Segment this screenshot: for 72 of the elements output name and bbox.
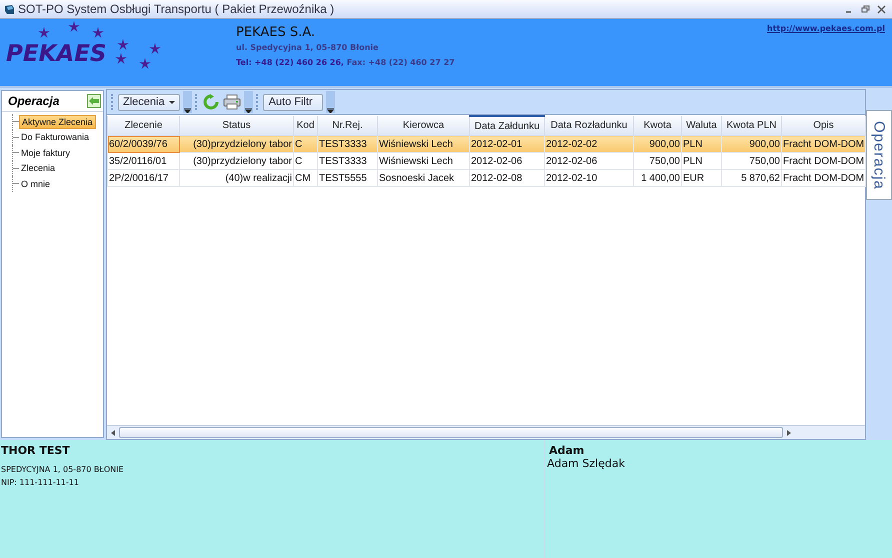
company-address: ul. Spedycyjna 1, 05-870 Błonie <box>236 42 380 54</box>
customer-name: THOR TEST <box>1 444 71 457</box>
printer-icon[interactable] <box>222 94 241 110</box>
table-cell: Wiśniewski Lech <box>378 152 470 170</box>
table-cell: Sosnoeski Jacek <box>378 170 470 186</box>
overflow-icon[interactable] <box>244 108 252 113</box>
column-header[interactable]: Waluta <box>682 116 722 136</box>
table-cell: CM <box>294 170 318 186</box>
table-cell: 2012-02-06 <box>470 152 544 170</box>
user-title: Adam <box>548 444 586 457</box>
table-cell: C <box>294 136 318 152</box>
table-cell: Wiśniewski Lech <box>378 136 470 152</box>
company-name: PEKAES S.A. <box>236 25 316 40</box>
column-header[interactable]: Kwota <box>634 116 682 136</box>
user-name: Adam Szlędak <box>547 457 626 470</box>
table-cell: 2012-02-10 <box>544 170 634 186</box>
table-cell: 2012-02-02 <box>544 136 634 152</box>
table-cell: 750,00 <box>722 152 782 170</box>
logo-text: PEKAES <box>6 41 106 67</box>
horizontal-scrollbar[interactable] <box>107 425 865 439</box>
table-cell: 35/2/0116/01 <box>108 152 180 170</box>
table-cell: EUR <box>682 170 722 186</box>
table-cell: 900,00 <box>634 136 682 152</box>
table-cell: TEST5555 <box>318 170 378 186</box>
tree-item[interactable]: O mnie <box>19 178 52 190</box>
table-cell: TEST3333 <box>318 152 378 170</box>
table-cell: 2012-02-08 <box>470 170 544 186</box>
table-cell: PLN <box>682 152 722 170</box>
overflow-icon[interactable] <box>184 108 191 113</box>
company-contact: Tel: +48 (22) 460 26 26, Fax: +48 (22) 460 27 27 <box>236 57 455 69</box>
column-header[interactable]: Kod <box>294 116 318 136</box>
view-dropdown[interactable]: Zlecenia <box>118 94 180 110</box>
column-header[interactable]: Kwota PLN <box>722 116 782 136</box>
table-cell: Fracht DOM-DOM <box>782 152 866 170</box>
panel-title: Operacja <box>8 94 60 108</box>
table-cell: (30)przydzielony tabor <box>180 152 294 170</box>
table-cell: TEST3333 <box>318 136 378 152</box>
table-cell: 2012-02-06 <box>544 152 634 170</box>
table-cell: 5 870,62 <box>722 170 782 186</box>
tree-item[interactable]: Zlecenia <box>19 162 58 174</box>
table-cell: (30)przydzielony tabor <box>180 136 294 152</box>
tree-item[interactable]: Do Fakturowania <box>19 131 92 144</box>
column-header[interactable]: Data Załdunku <box>470 116 544 136</box>
close-icon[interactable] <box>877 4 886 14</box>
column-header[interactable]: Opis <box>782 116 866 136</box>
tree-item[interactable]: Moje faktury <box>19 146 72 159</box>
table-cell: C <box>294 152 318 170</box>
table-cell: Fracht DOM-DOM <box>782 170 866 186</box>
column-header[interactable]: Data Rozładunku <box>544 116 634 136</box>
table-cell: 2P/2/0016/17 <box>108 170 180 186</box>
column-header[interactable]: Status <box>180 116 294 136</box>
restore-icon[interactable] <box>861 4 870 14</box>
side-tab[interactable]: Operacja <box>866 110 892 200</box>
column-header[interactable]: Zlecenie <box>108 116 180 136</box>
overflow-icon[interactable] <box>326 108 334 113</box>
table-cell: 1 400,00 <box>634 170 682 186</box>
column-header[interactable]: Nr.Rej. <box>318 116 378 136</box>
website-link[interactable]: http://www.pekaes.com.pl <box>767 24 885 33</box>
table-cell: 750,00 <box>634 152 682 170</box>
window-title: SOT-PO System Osbługi Transportu ( Pakiet Przewoźnika ) <box>18 2 334 16</box>
table-cell: Fracht DOM-DOM <box>782 136 866 152</box>
column-header[interactable]: Kierowca <box>378 116 470 136</box>
table-cell: 60/2/0039/76 <box>108 136 180 152</box>
tree-item[interactable]: Aktywne Zlecenia <box>19 114 96 129</box>
table-cell: 2012-02-01 <box>470 136 544 152</box>
customer-address: SPEDYCYJNA 1, 05-870 BŁONIE <box>1 464 125 476</box>
customer-nip: NIP: 111-111-11-11 <box>1 477 80 489</box>
app-icon <box>4 4 15 14</box>
table-cell: (40)w realizacji <box>180 170 294 186</box>
table-cell: 900,00 <box>722 136 782 152</box>
auto-filter-button[interactable]: Auto Filtr <box>262 94 323 110</box>
table-cell: PLN <box>682 136 722 152</box>
